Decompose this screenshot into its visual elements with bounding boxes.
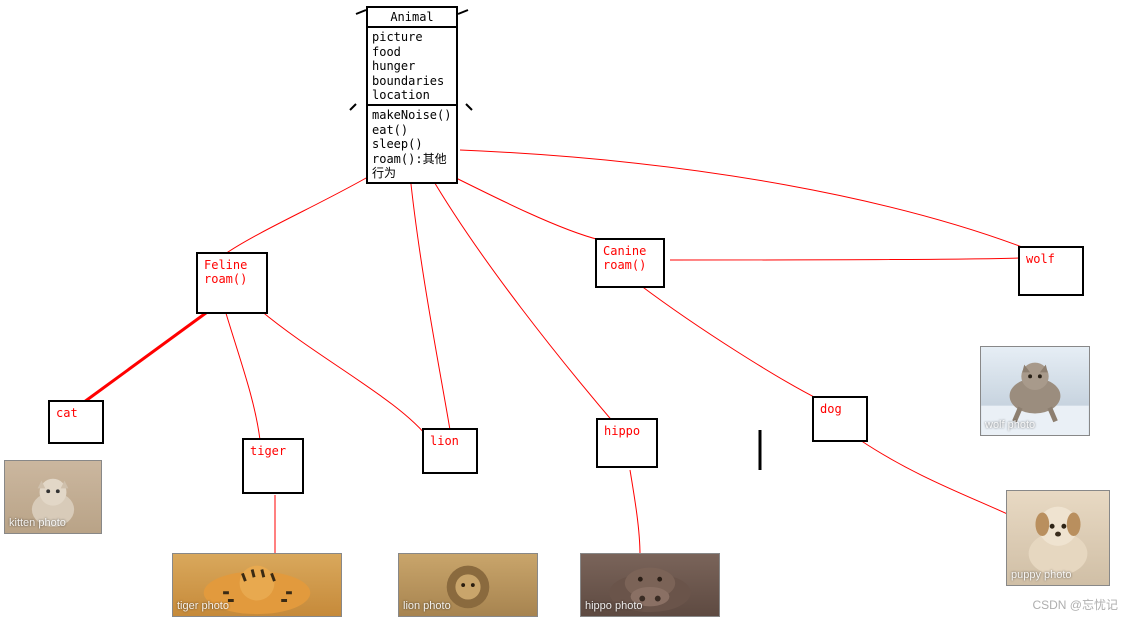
photo-lion: lion photo <box>398 553 538 617</box>
photo-cat-label: kitten photo <box>9 517 66 529</box>
photo-dog: puppy photo <box>1006 490 1110 586</box>
photo-wolf: wolf photo <box>980 346 1090 436</box>
line: lion <box>430 434 470 448</box>
photo-hippo: hippo photo <box>580 553 720 617</box>
line: hippo <box>604 424 650 438</box>
photo-hippo-label: hippo photo <box>585 600 643 612</box>
connector-lines <box>0 0 1128 619</box>
method: roam():其他行为 <box>372 152 452 181</box>
attr: boundaries <box>372 74 452 88</box>
line: tiger <box>250 444 296 458</box>
line: Canine <box>603 244 657 258</box>
photo-tiger-label: tiger photo <box>177 600 229 612</box>
photo-cat: kitten photo <box>4 460 102 534</box>
photo-wolf-label: wolf photo <box>985 419 1035 431</box>
photo-dog-label: puppy photo <box>1011 569 1072 581</box>
line: cat <box>56 406 96 420</box>
method: sleep() <box>372 137 452 151</box>
method: makeNoise() <box>372 108 452 122</box>
class-animal-title: Animal <box>368 8 456 28</box>
class-lion: lion <box>422 428 478 474</box>
attr: picture <box>372 30 452 44</box>
photo-tiger: tiger photo <box>172 553 342 617</box>
line: Feline <box>204 258 260 272</box>
attr: food <box>372 45 452 59</box>
method: eat() <box>372 123 452 137</box>
line: dog <box>820 402 860 416</box>
attr: location <box>372 88 452 102</box>
class-canine: Canine roam() <box>595 238 665 288</box>
watermark: CSDN @忘忧记 <box>1032 596 1118 613</box>
class-dog: dog <box>812 396 868 442</box>
class-hippo: hippo <box>596 418 658 468</box>
class-animal-attributes: picture food hunger boundaries location <box>368 28 456 106</box>
class-tiger: tiger <box>242 438 304 494</box>
class-cat: cat <box>48 400 104 444</box>
line: roam() <box>204 272 260 286</box>
attr: hunger <box>372 59 452 73</box>
class-feline: Feline roam() <box>196 252 268 314</box>
class-wolf: wolf <box>1018 246 1084 296</box>
line: wolf <box>1026 252 1076 266</box>
line: roam() <box>603 258 657 272</box>
class-animal: Animal picture food hunger boundaries lo… <box>366 6 458 184</box>
class-animal-methods: makeNoise() eat() sleep() roam():其他行为 <box>368 106 456 182</box>
photo-lion-label: lion photo <box>403 600 451 612</box>
